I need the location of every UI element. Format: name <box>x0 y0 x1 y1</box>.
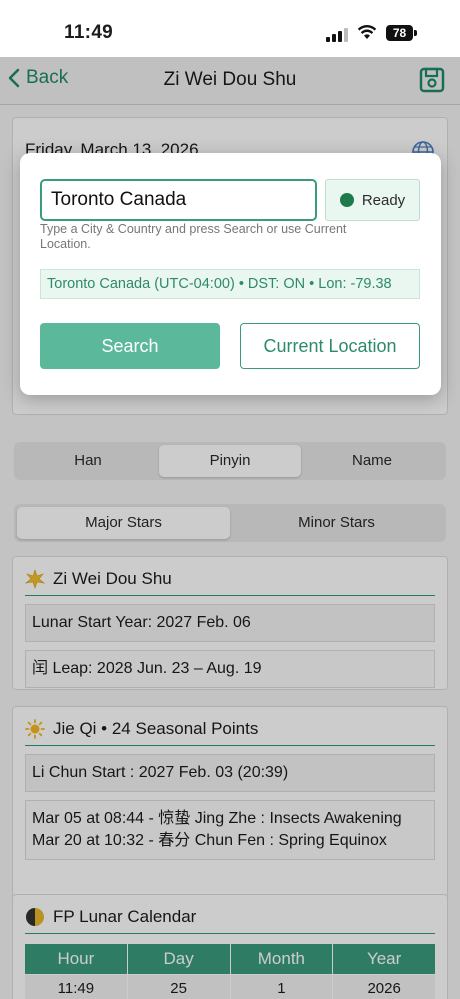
city-search-input[interactable] <box>40 179 317 221</box>
search-hint: Type a City & Country and press Search o… <box>40 222 347 251</box>
battery-icon: 78 <box>386 25 413 41</box>
location-search-dialog: Ready Type a City & Country and press Se… <box>20 153 441 395</box>
status-bar: 11:49 78 <box>0 0 460 57</box>
battery-cap <box>414 30 417 36</box>
wifi-icon <box>357 24 377 39</box>
timezone-info: Toronto Canada (UTC-04:00) • DST: ON • L… <box>40 269 420 299</box>
search-button[interactable]: Search <box>40 323 220 369</box>
status-dot-icon <box>339 193 354 207</box>
cellular-signal-icon <box>326 26 348 42</box>
status-label: Ready <box>361 191 406 209</box>
status-badge: Ready <box>325 179 420 221</box>
status-time: 11:49 <box>64 22 114 43</box>
current-location-button[interactable]: Current Location <box>240 323 420 369</box>
